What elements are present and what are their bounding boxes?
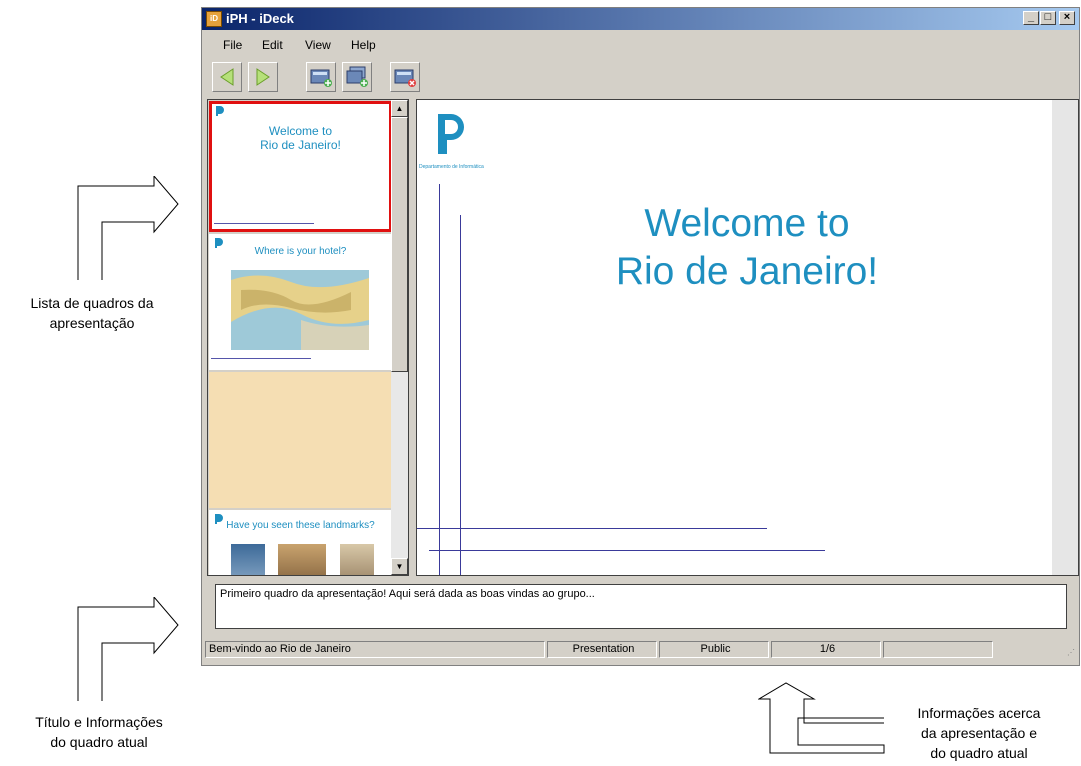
- status-mode: Presentation: [547, 641, 657, 658]
- annotation-arrow-list: [77, 176, 179, 280]
- slide-title: Welcome to Rio de Janeiro!: [615, 202, 879, 293]
- thumbnail-line: [211, 358, 311, 359]
- menu-edit[interactable]: Edit: [262, 38, 283, 52]
- back-arrow-icon: [220, 68, 234, 86]
- ideck-app-icon: iD: [206, 11, 222, 27]
- org-logo-icon: [438, 114, 464, 154]
- status-page: 1/6: [771, 641, 881, 658]
- thumbnail-slide-2[interactable]: Where is your hotel?: [209, 234, 392, 370]
- slide-thumbnail-list[interactable]: Welcome to Rio de Janeiro! Where is your…: [207, 99, 409, 576]
- annotation-title-label: Título e Informações do quadro atual: [35, 714, 163, 750]
- thumbnail-slide-3[interactable]: [209, 372, 392, 508]
- menu-file[interactable]: File: [223, 38, 242, 52]
- menu-help[interactable]: Help: [351, 38, 376, 52]
- thumbnail-title: Have you seen these landmarks?: [226, 520, 375, 531]
- menu-bar: File Edit View Help: [202, 32, 1079, 54]
- forward-button[interactable]: [248, 62, 278, 92]
- annotation-arrow-title: [77, 597, 179, 701]
- slide-scrollbar[interactable]: [1052, 100, 1078, 575]
- slide-guide-line: [429, 550, 825, 551]
- thumbnail-scrollbar[interactable]: ▲ ▼: [391, 100, 408, 575]
- org-logo-icon: [216, 106, 224, 116]
- status-visibility: Public: [659, 641, 769, 658]
- forward-arrow-icon: [256, 68, 270, 86]
- thumbnail-line: [214, 223, 314, 224]
- new-slide-icon: [310, 69, 332, 87]
- thumbnail-title: Welcome to Rio de Janeiro!: [260, 124, 341, 152]
- title-bar[interactable]: iD iPH - iDeck _ □ ×: [202, 8, 1079, 30]
- resize-grip-icon[interactable]: ⋰: [1067, 648, 1075, 657]
- org-caption: Departamento de Informática: [419, 164, 484, 170]
- delete-slide-icon: [394, 69, 416, 87]
- annotation-arrow-info: [758, 682, 885, 754]
- thumbnail-slide-1[interactable]: Welcome to Rio de Janeiro!: [209, 101, 392, 232]
- status-bar: Bem-vindo ao Rio de Janeiro Presentation…: [202, 640, 1079, 660]
- annotation-info-label: Informações acerca da apresentação e do …: [917, 705, 1041, 761]
- toolbar: [202, 58, 1079, 94]
- menu-view[interactable]: View: [305, 38, 331, 52]
- minimize-button[interactable]: _: [1023, 11, 1039, 25]
- delete-slide-button[interactable]: [390, 62, 420, 92]
- thumbnail-title: Where is your hotel?: [254, 246, 347, 257]
- landmark-photo-2: [278, 544, 326, 575]
- rio-map-image: [231, 270, 369, 350]
- status-slide-title: Bem-vindo ao Rio de Janeiro: [205, 641, 545, 658]
- new-slide-button[interactable]: [306, 62, 336, 92]
- slide-notes[interactable]: Primeiro quadro da apresentação! Aqui se…: [215, 584, 1067, 629]
- back-button[interactable]: [212, 62, 242, 92]
- slide-guide-line: [439, 184, 440, 575]
- annotation-list-label: Lista de quadros da apresentação: [30, 295, 154, 331]
- landmark-photo-3: [340, 544, 374, 575]
- slide-guide-line: [460, 215, 461, 575]
- close-button[interactable]: ×: [1059, 11, 1075, 25]
- landmark-photo-1: [231, 544, 265, 575]
- slide-guide-line: [417, 528, 767, 529]
- window-title: iPH - iDeck: [226, 11, 294, 26]
- app-window: iD iPH - iDeck _ □ × File Edit View Help: [201, 7, 1080, 666]
- slide-canvas[interactable]: Departamento de Informática Welcome to R…: [416, 99, 1079, 576]
- scroll-down-button[interactable]: ▼: [391, 558, 408, 575]
- duplicate-slide-button[interactable]: [342, 62, 372, 92]
- scroll-thumb[interactable]: [391, 117, 408, 372]
- scroll-up-button[interactable]: ▲: [391, 100, 408, 117]
- duplicate-slide-icon: [346, 66, 368, 87]
- maximize-button[interactable]: □: [1040, 11, 1056, 25]
- status-extra: [883, 641, 993, 658]
- thumbnail-slide-4[interactable]: Have you seen these landmarks?: [209, 510, 392, 575]
